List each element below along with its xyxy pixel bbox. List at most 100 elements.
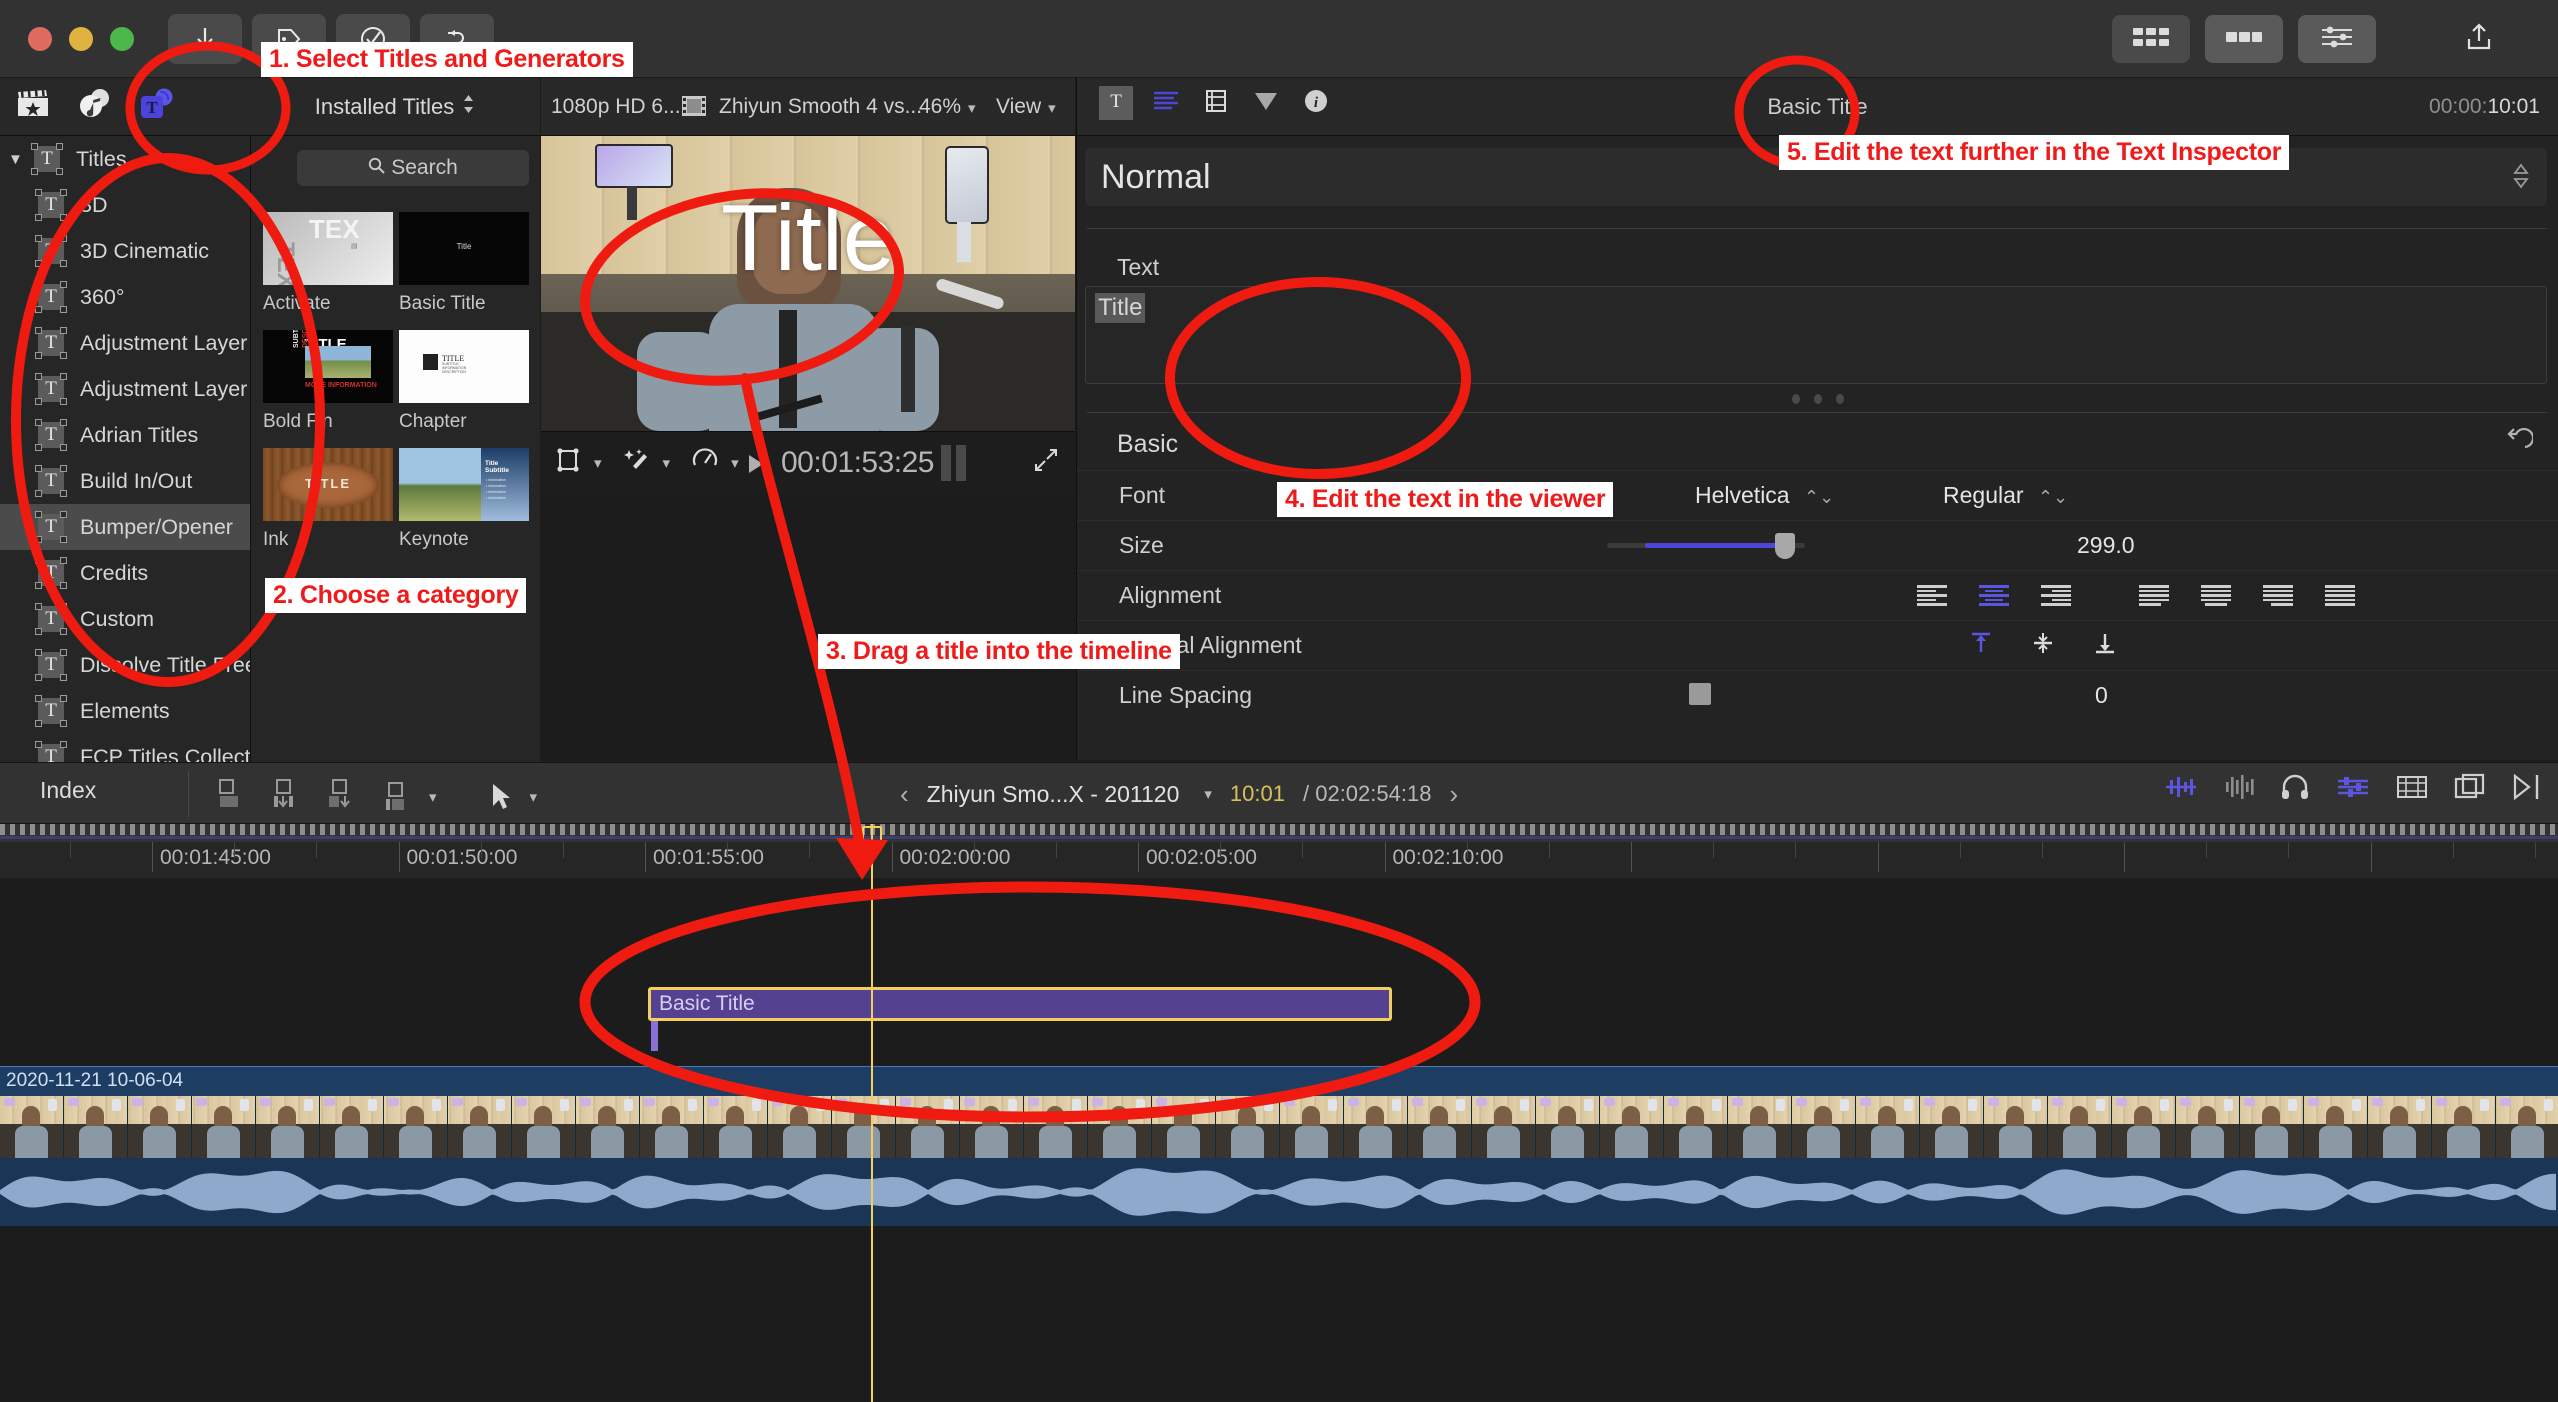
sidebar-item-adjustment-layer[interactable]: T Adjustment Layer (0, 320, 250, 366)
sidebar-item-360[interactable]: T 360° (0, 274, 250, 320)
sidebar-item-adrian-titles[interactable]: T Adrian Titles (0, 412, 250, 458)
installed-titles-menu[interactable]: Installed Titles (250, 78, 540, 136)
window-icon[interactable] (2454, 773, 2486, 806)
play-icon[interactable] (747, 453, 765, 480)
insert-edit-button[interactable] (268, 777, 302, 816)
close-window-button[interactable] (28, 27, 52, 51)
append-edit-button[interactable] (212, 777, 246, 816)
valign-bottom-button[interactable] (2091, 630, 2119, 661)
page-dot[interactable] (1791, 394, 1800, 404)
title-thumbnail-basic-title[interactable]: Title Basic Title (399, 212, 529, 315)
timeline-title-clip[interactable]: Basic Title (648, 987, 1392, 1021)
timeline-video-clip-header[interactable]: 2020-11-21 10-06-04 (0, 1066, 2558, 1096)
search-placeholder: Search (391, 156, 458, 179)
disclosure-triangle-icon[interactable]: ▼ (8, 152, 28, 167)
sidebar-item-elements[interactable]: T Elements (0, 688, 250, 734)
size-value[interactable]: 299.0 (2077, 532, 2135, 559)
enhance-tool-button[interactable]: ▾ (623, 447, 670, 478)
next-project-button[interactable]: › (1449, 779, 1458, 810)
music-audio-tab[interactable] (76, 88, 114, 126)
justify-right-button[interactable] (2263, 585, 2293, 607)
overwrite-edit-button[interactable] (324, 777, 358, 816)
viewer-resolution-menu[interactable]: 1080p HD 6... (551, 95, 681, 119)
page-dot[interactable] (1835, 394, 1844, 404)
timeline-playhead[interactable] (871, 824, 873, 1402)
sidebar-item-bumper-opener[interactable]: T Bumper/Opener (0, 504, 250, 550)
expand-icon[interactable] (1033, 447, 1059, 478)
minimize-window-button[interactable] (69, 27, 93, 51)
transform-tool-button[interactable]: ▾ (555, 447, 602, 478)
timeline-ruler-labels[interactable]: 00:01:45:00 00:01:50:00 00:01:55:00 00:02:0… (0, 842, 2558, 878)
timeline-edit-tools: ▾ ▾ (212, 777, 537, 816)
size-slider[interactable] (1607, 533, 1805, 559)
line-spacing-slider-knob[interactable] (1689, 683, 1711, 705)
index-button[interactable]: Index (40, 777, 96, 804)
viewer-view-menu[interactable]: View ▾ (996, 95, 1056, 119)
page-dot[interactable] (1813, 394, 1822, 404)
chevron-down-icon[interactable]: ▾ (1204, 785, 1212, 803)
search-field[interactable]: Search (297, 150, 529, 186)
import-media-button[interactable] (168, 14, 242, 64)
timeline-audio-waveform[interactable] (0, 1158, 2558, 1226)
justify-full-button[interactable] (2325, 585, 2355, 607)
sidebar-item-titles[interactable]: ▼ T Titles (0, 136, 250, 182)
audio-meter-button[interactable] (2164, 774, 2198, 805)
connect-edit-button[interactable]: ▾ (380, 780, 437, 814)
zoom-window-button[interactable] (110, 27, 134, 51)
timeline-filmstrip[interactable] (0, 1096, 2558, 1158)
inspector-toggle-button[interactable] (2298, 15, 2376, 63)
title-thumbnail-ink[interactable]: TITLE Ink (263, 448, 393, 551)
font-style-menu[interactable]: Regular ⌃⌄ (1943, 482, 2068, 509)
viewer-title-overlay[interactable]: Title (541, 184, 1075, 292)
viewer-timecode[interactable]: 00:01:53:25 (781, 446, 934, 480)
headphone-icon[interactable] (2280, 773, 2310, 806)
timeline-current-timecode[interactable]: 10:01 (1230, 781, 1285, 807)
timeline-ruler-ticks[interactable] (0, 824, 2558, 842)
photos-video-tab[interactable] (14, 88, 52, 126)
project-name[interactable]: Zhiyun Smo...X - 201120 (927, 781, 1180, 808)
timeline-video-clip-label: 2020-11-21 10-06-04 (6, 1070, 184, 1091)
close-panel-icon[interactable] (2512, 773, 2542, 806)
timeline-toggle-button[interactable] (2205, 15, 2283, 63)
justify-left-button[interactable] (2139, 585, 2169, 607)
sidebar-item-build-in-out[interactable]: T Build In/Out (0, 458, 250, 504)
retime-tool-button[interactable]: ▾ (692, 447, 739, 478)
valign-top-button[interactable] (1967, 630, 1995, 661)
titles-sidebar[interactable]: ▼ T Titles T 3D T 3D Cinematic T 360° T Adjustment… (0, 136, 250, 762)
align-center-button[interactable] (1979, 585, 2009, 607)
previous-project-button[interactable]: ‹ (900, 779, 909, 810)
sidebar-item-fcp-titles-collection[interactable]: T FCP Titles Collection (0, 734, 250, 762)
sidebar-item-3d[interactable]: T 3D (0, 182, 250, 228)
share-button[interactable] (2440, 15, 2518, 63)
timeline-playhead-knob[interactable] (862, 826, 882, 854)
font-family-menu[interactable]: Helvetica ⌃⌄ (1695, 482, 1834, 509)
align-left-button[interactable] (1917, 585, 1947, 607)
waveform-button[interactable] (2224, 774, 2254, 805)
valign-middle-button[interactable] (2029, 630, 2057, 661)
timeline-body[interactable]: Basic Title 2020-11-21 10-06-04 (0, 878, 2558, 1402)
reset-icon[interactable] (2503, 427, 2535, 462)
justify-center-button[interactable] (2201, 585, 2231, 607)
align-right-button[interactable] (2041, 585, 2071, 607)
title-thumbnail-keynote[interactable]: Title Subtitle • Information • Informati… (399, 448, 529, 551)
filmstrip-display-button[interactable] (2396, 774, 2428, 805)
viewer-zoom-menu[interactable]: 46% ▾ (919, 95, 976, 119)
sidebar-item-dissolve-title-free[interactable]: T Dissolve Title Free (0, 642, 250, 688)
titles-generators-tab[interactable]: T (138, 88, 176, 126)
page-dots[interactable] (1077, 394, 2558, 404)
sidebar-item-3d-cinematic[interactable]: T 3D Cinematic (0, 228, 250, 274)
text-input[interactable]: Title (1085, 286, 2547, 384)
sidebar-item-adjustment-layer-i-mot[interactable]: T Adjustment Layer - I Mot (0, 366, 250, 412)
browser-toggle-button[interactable] (2112, 15, 2190, 63)
viewer-clip-name[interactable]: Zhiyun Smooth 4 vs... (719, 95, 922, 119)
select-tool-button[interactable]: ▾ (489, 782, 537, 812)
size-slider-knob[interactable] (1775, 533, 1795, 559)
line-spacing-value[interactable]: 0 (2095, 682, 2108, 709)
title-thumbnail-chapter[interactable]: TITLE SUBTITLE INFORMATION DESCRIPTION C… (399, 330, 529, 433)
title-thumbnail-bold-fin[interactable]: TITLE SUBTITLE DESCRIPTION MORE INFORMAT… (263, 330, 393, 433)
viewer-canvas[interactable]: Title (541, 136, 1075, 431)
title-thumbnail-activate[interactable]: TEXT TEX TEXT ▤ Activate (263, 212, 393, 315)
audio-mix-button[interactable] (2336, 774, 2370, 805)
sidebar-item-custom[interactable]: T Custom (0, 596, 250, 642)
sidebar-item-credits[interactable]: T Credits (0, 550, 250, 596)
